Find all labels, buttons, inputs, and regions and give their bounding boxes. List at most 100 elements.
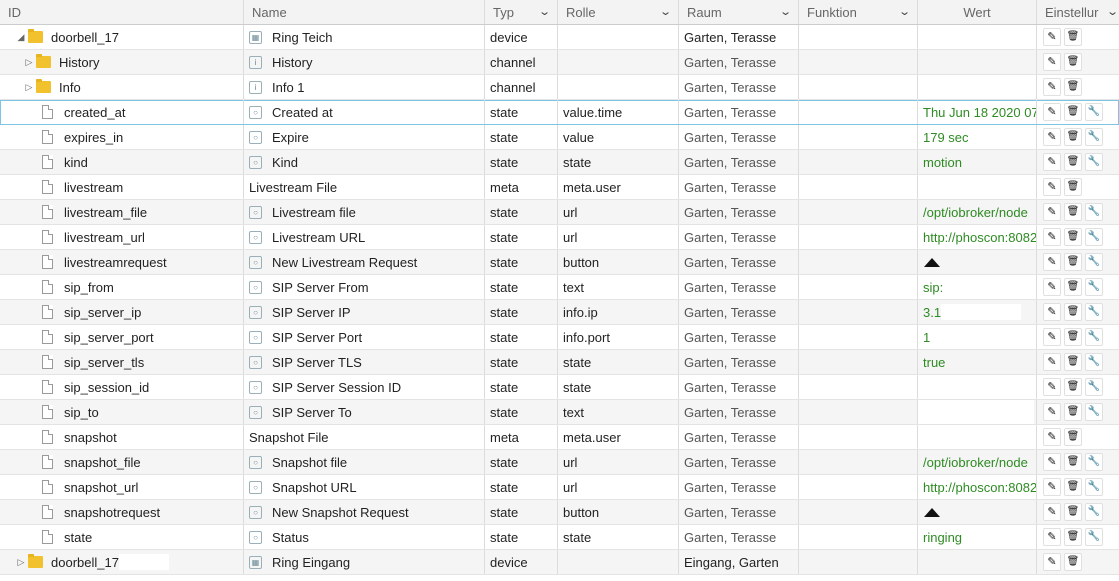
trigger-button-icon[interactable] [924, 257, 940, 267]
id-cell[interactable]: snapshotrequest [0, 500, 244, 524]
trash-icon[interactable]: 🗑 [1064, 178, 1082, 196]
table-row[interactable]: kind ○ Kind state state Garten, Terasse motion… [0, 150, 1119, 175]
pencil-icon[interactable]: ✎ [1043, 128, 1061, 146]
value-cell[interactable] [918, 75, 1037, 99]
value-cell[interactable]: ringing [918, 525, 1037, 549]
trash-icon[interactable]: 🗑 [1064, 353, 1082, 371]
wrench-icon[interactable]: 🔧 [1085, 503, 1103, 521]
trash-icon[interactable]: 🗑 [1064, 428, 1082, 446]
value-cell[interactable] [918, 500, 1037, 524]
trash-icon[interactable]: 🗑 [1064, 278, 1082, 296]
value-cell[interactable]: 179 sec [918, 125, 1037, 149]
pencil-icon[interactable]: ✎ [1043, 278, 1061, 296]
table-row[interactable]: sip_server_ip ○ SIP Server IP state info.ip G… [0, 300, 1119, 325]
trash-icon[interactable]: 🗑 [1064, 378, 1082, 396]
id-cell[interactable]: sip_session_id [0, 375, 244, 399]
pencil-icon[interactable]: ✎ [1043, 328, 1061, 346]
table-row[interactable]: sip_to ○ SIP Server To state text Garten, Ter… [0, 400, 1119, 425]
id-cell[interactable]: livestreamrequest [0, 250, 244, 274]
trash-icon[interactable]: 🗑 [1064, 78, 1082, 96]
id-cell[interactable]: snapshot_url [0, 475, 244, 499]
table-row[interactable]: livestreamrequest ○ New Livestream Request… [0, 250, 1119, 275]
table-row[interactable]: sip_server_port ○ SIP Server Port state info… [0, 325, 1119, 350]
pencil-icon[interactable]: ✎ [1043, 178, 1061, 196]
chevron-down-icon[interactable]: ⌄ [538, 5, 551, 18]
value-cell[interactable] [918, 425, 1037, 449]
table-row[interactable]: livestream_file ○ Livestream file state url G… [0, 200, 1119, 225]
pencil-icon[interactable]: ✎ [1043, 378, 1061, 396]
id-cell[interactable]: ▷ Info [0, 75, 244, 99]
pencil-icon[interactable]: ✎ [1043, 553, 1061, 571]
id-cell[interactable]: state [0, 525, 244, 549]
pencil-icon[interactable]: ✎ [1043, 253, 1061, 271]
value-cell[interactable] [918, 50, 1037, 74]
pencil-icon[interactable]: ✎ [1043, 503, 1061, 521]
wrench-icon[interactable]: 🔧 [1085, 528, 1103, 546]
column-header-id[interactable]: ID [0, 0, 244, 24]
pencil-icon[interactable]: ✎ [1043, 478, 1061, 496]
value-cell[interactable]: 1 [918, 325, 1037, 349]
trash-icon[interactable]: 🗑 [1064, 553, 1082, 571]
id-cell[interactable]: sip_server_port [0, 325, 244, 349]
table-row[interactable]: ◢ doorbell_17 ▦ Ring Teich device Garten, Ter… [0, 25, 1119, 50]
table-row[interactable]: snapshot_file ○ Snapshot file state url Garte… [0, 450, 1119, 475]
wrench-icon[interactable]: 🔧 [1085, 103, 1103, 121]
value-cell[interactable]: /opt/iobroker/node [918, 450, 1037, 474]
pencil-icon[interactable]: ✎ [1043, 453, 1061, 471]
value-cell[interactable]: sip: [918, 275, 1037, 299]
wrench-icon[interactable]: 🔧 [1085, 128, 1103, 146]
column-header-value[interactable]: Wert [918, 0, 1037, 24]
wrench-icon[interactable]: 🔧 [1085, 278, 1103, 296]
wrench-icon[interactable]: 🔧 [1085, 353, 1103, 371]
wrench-icon[interactable]: 🔧 [1085, 253, 1103, 271]
expand-icon[interactable]: ▷ [14, 557, 28, 568]
trash-icon[interactable]: 🗑 [1064, 403, 1082, 421]
expand-icon[interactable]: ▷ [22, 82, 36, 93]
column-header-name[interactable]: Name [244, 0, 485, 24]
wrench-icon[interactable]: 🔧 [1085, 403, 1103, 421]
column-header-role[interactable]: Rolle ⌄ [558, 0, 679, 24]
pencil-icon[interactable]: ✎ [1043, 78, 1061, 96]
table-row[interactable]: snapshotrequest ○ New Snapshot Request stat… [0, 500, 1119, 525]
value-cell[interactable]: Thu Jun 18 2020 07: [918, 100, 1037, 124]
table-row[interactable]: sip_server_tls ○ SIP Server TLS state state G… [0, 350, 1119, 375]
pencil-icon[interactable]: ✎ [1043, 303, 1061, 321]
trash-icon[interactable]: 🗑 [1064, 303, 1082, 321]
value-cell[interactable] [918, 400, 1037, 424]
id-cell[interactable]: livestream [0, 175, 244, 199]
id-cell[interactable]: sip_to [0, 400, 244, 424]
chevron-down-icon[interactable]: ⌄ [779, 5, 792, 18]
pencil-icon[interactable]: ✎ [1043, 203, 1061, 221]
table-row[interactable]: expires_in ○ Expire state value Garten, Teras… [0, 125, 1119, 150]
id-cell[interactable]: livestream_url [0, 225, 244, 249]
trash-icon[interactable]: 🗑 [1064, 453, 1082, 471]
value-cell[interactable]: http://phoscon:8082 [918, 475, 1037, 499]
chevron-down-icon[interactable]: ⌄ [659, 5, 672, 18]
id-cell[interactable]: ◢ doorbell_17 [0, 25, 244, 49]
pencil-icon[interactable]: ✎ [1043, 153, 1061, 171]
pencil-icon[interactable]: ✎ [1043, 528, 1061, 546]
id-cell[interactable]: created_at [0, 100, 244, 124]
table-row[interactable]: snapshot_url ○ Snapshot URL state url Garten,… [0, 475, 1119, 500]
wrench-icon[interactable]: 🔧 [1085, 453, 1103, 471]
trash-icon[interactable]: 🗑 [1064, 478, 1082, 496]
id-cell[interactable]: snapshot_file [0, 450, 244, 474]
pencil-icon[interactable]: ✎ [1043, 353, 1061, 371]
id-cell[interactable]: expires_in [0, 125, 244, 149]
trash-icon[interactable]: 🗑 [1064, 328, 1082, 346]
table-row[interactable]: state ○ Status state state Garten, Terasse rin… [0, 525, 1119, 550]
pencil-icon[interactable]: ✎ [1043, 403, 1061, 421]
column-header-room[interactable]: Raum ⌄ [679, 0, 799, 24]
table-row[interactable]: ▷ doorbell_17 ▦ Ring Eingang device Eingang, … [0, 550, 1119, 575]
value-cell[interactable] [918, 25, 1037, 49]
id-cell[interactable]: snapshot [0, 425, 244, 449]
wrench-icon[interactable]: 🔧 [1085, 153, 1103, 171]
value-cell[interactable] [918, 375, 1037, 399]
id-cell[interactable]: sip_server_ip [0, 300, 244, 324]
wrench-icon[interactable]: 🔧 [1085, 328, 1103, 346]
table-row[interactable]: sip_session_id ○ SIP Server Session ID stat… [0, 375, 1119, 400]
value-cell[interactable]: 3.1 [918, 300, 1037, 324]
value-cell[interactable] [918, 175, 1037, 199]
trash-icon[interactable]: 🗑 [1064, 53, 1082, 71]
pencil-icon[interactable]: ✎ [1043, 103, 1061, 121]
